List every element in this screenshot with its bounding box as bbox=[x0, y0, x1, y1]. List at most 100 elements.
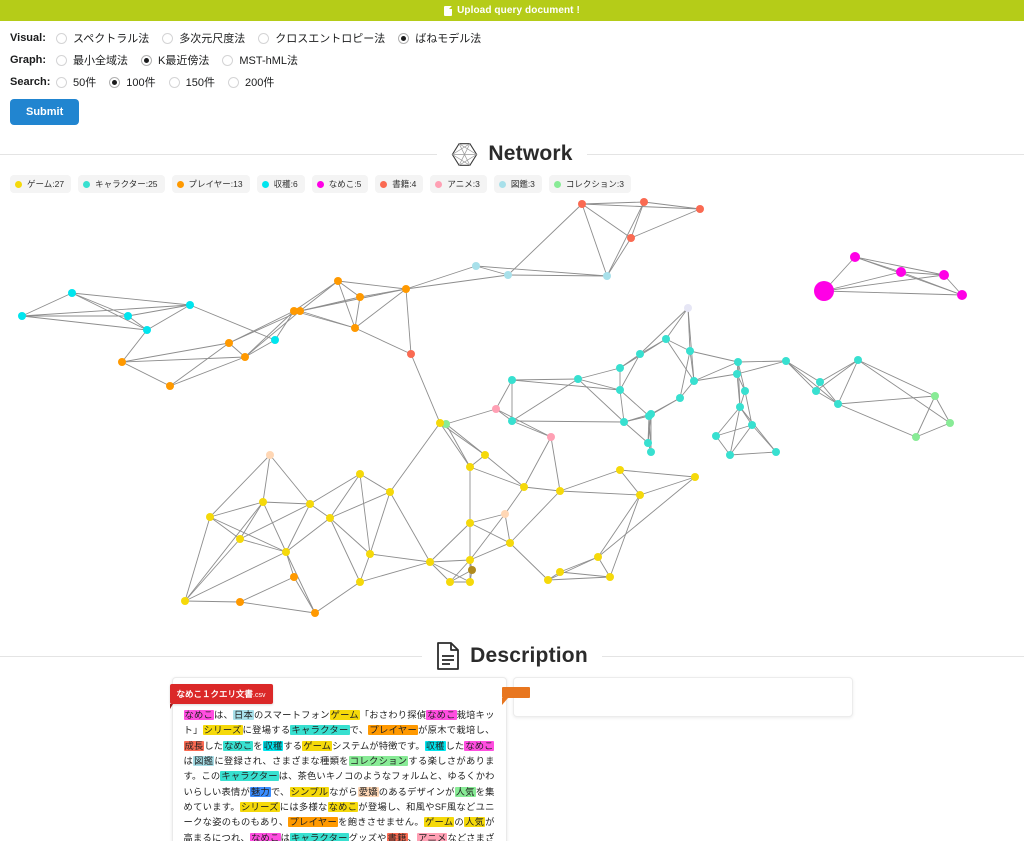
graph-node[interactable] bbox=[733, 370, 741, 378]
graph-node[interactable] bbox=[636, 350, 644, 358]
network-graph[interactable] bbox=[0, 197, 1024, 627]
graph-node[interactable] bbox=[748, 421, 756, 429]
graph-node[interactable] bbox=[472, 262, 480, 270]
graph-node[interactable] bbox=[236, 535, 244, 543]
graph-node[interactable] bbox=[690, 377, 698, 385]
graph-node[interactable] bbox=[481, 451, 489, 459]
graph-node[interactable] bbox=[466, 463, 474, 471]
network-graph-canvas[interactable] bbox=[0, 197, 1024, 627]
graph-node[interactable] bbox=[726, 451, 734, 459]
radio-icon-selected[interactable] bbox=[141, 54, 152, 66]
graph-node[interactable] bbox=[556, 487, 564, 495]
radio-icon-selected[interactable] bbox=[109, 76, 121, 88]
graph-node[interactable] bbox=[311, 609, 319, 617]
graph-node[interactable] bbox=[181, 597, 189, 605]
graph-node[interactable] bbox=[616, 364, 624, 372]
graph-node[interactable] bbox=[603, 272, 611, 280]
visual-option-mds[interactable]: 多次元尺度法 bbox=[162, 30, 245, 46]
graph-node[interactable] bbox=[271, 336, 279, 344]
graph-node[interactable] bbox=[436, 419, 444, 427]
graph-node[interactable] bbox=[620, 418, 628, 426]
graph-node[interactable] bbox=[912, 433, 920, 441]
graph-node[interactable] bbox=[290, 307, 298, 315]
graph-node[interactable] bbox=[206, 513, 214, 521]
graph-node[interactable] bbox=[647, 448, 655, 456]
graph-node[interactable] bbox=[712, 432, 720, 440]
graph-node[interactable] bbox=[734, 358, 742, 366]
graph-node[interactable] bbox=[946, 419, 954, 427]
legend-item[interactable]: ゲーム:27 bbox=[10, 175, 72, 193]
radio-icon-selected[interactable] bbox=[398, 32, 410, 44]
graph-node[interactable] bbox=[306, 500, 314, 508]
legend-item[interactable]: 書籍:4 bbox=[375, 175, 424, 193]
graph-node[interactable] bbox=[931, 392, 939, 400]
graph-node[interactable] bbox=[266, 451, 274, 459]
radio-icon[interactable] bbox=[56, 54, 67, 66]
radio-icon[interactable] bbox=[227, 76, 239, 88]
radio-icon[interactable] bbox=[222, 54, 234, 66]
graph-node[interactable] bbox=[520, 483, 528, 491]
graph-node[interactable] bbox=[402, 285, 410, 293]
graph-node[interactable] bbox=[662, 335, 670, 343]
graph-node[interactable] bbox=[939, 270, 949, 280]
graph-node[interactable] bbox=[616, 466, 624, 474]
graph-node[interactable] bbox=[782, 357, 790, 365]
visual-option-spring-model[interactable]: ばねモデル法 bbox=[398, 30, 481, 46]
graph-node[interactable] bbox=[606, 573, 614, 581]
graph-node[interactable] bbox=[957, 290, 967, 300]
graph-node[interactable] bbox=[466, 556, 474, 564]
graph-node[interactable] bbox=[645, 412, 653, 420]
graph-node[interactable] bbox=[574, 375, 582, 383]
graph-node[interactable] bbox=[812, 387, 820, 395]
graph-option-mst[interactable]: 最小全域法 bbox=[56, 52, 128, 68]
graph-node[interactable] bbox=[578, 200, 586, 208]
graph-node[interactable] bbox=[225, 339, 233, 347]
graph-node[interactable] bbox=[686, 347, 694, 355]
legend-item[interactable]: なめこ:5 bbox=[311, 175, 369, 193]
graph-nodes[interactable] bbox=[18, 198, 967, 617]
submit-button[interactable]: Submit bbox=[10, 99, 80, 125]
graph-node[interactable] bbox=[816, 378, 824, 386]
graph-node[interactable] bbox=[351, 324, 359, 332]
graph-node[interactable] bbox=[616, 386, 624, 394]
graph-node[interactable] bbox=[501, 510, 509, 518]
graph-node[interactable] bbox=[547, 433, 555, 441]
graph-node[interactable] bbox=[640, 198, 648, 206]
graph-node[interactable] bbox=[326, 514, 334, 522]
graph-node[interactable] bbox=[466, 519, 474, 527]
radio-icon[interactable] bbox=[258, 32, 270, 44]
graph-node[interactable] bbox=[356, 578, 364, 586]
graph-node[interactable] bbox=[772, 448, 780, 456]
graph-node[interactable] bbox=[834, 400, 842, 408]
legend-item[interactable]: キャラクター:25 bbox=[78, 175, 165, 193]
radio-icon[interactable] bbox=[168, 76, 180, 88]
graph-node[interactable] bbox=[466, 578, 474, 586]
graph-node[interactable] bbox=[124, 312, 132, 320]
graph-node[interactable] bbox=[118, 358, 126, 366]
graph-node[interactable] bbox=[356, 293, 364, 301]
graph-node[interactable] bbox=[594, 553, 602, 561]
graph-node[interactable] bbox=[691, 473, 699, 481]
graph-node[interactable] bbox=[407, 350, 415, 358]
graph-node[interactable] bbox=[492, 405, 500, 413]
graph-option-mst-hml[interactable]: MST-hML法 bbox=[222, 52, 298, 68]
query-document-card[interactable]: なめこ１クエリ文書.csv なめこは、日本のスマートフォンゲーム「おさわり探偵な… bbox=[169, 677, 507, 841]
graph-node[interactable] bbox=[508, 376, 516, 384]
graph-node[interactable] bbox=[386, 488, 394, 496]
graph-node[interactable] bbox=[143, 326, 151, 334]
graph-node[interactable] bbox=[850, 252, 860, 262]
graph-node[interactable] bbox=[504, 271, 512, 279]
visual-option-cross-entropy[interactable]: クロスエントロピー法 bbox=[258, 30, 385, 46]
graph-node[interactable] bbox=[68, 289, 76, 297]
graph-node[interactable] bbox=[736, 403, 744, 411]
graph-node[interactable] bbox=[366, 550, 374, 558]
graph-node[interactable] bbox=[506, 539, 514, 547]
graph-node[interactable] bbox=[18, 312, 26, 320]
graph-node[interactable] bbox=[186, 301, 194, 309]
graph-node[interactable] bbox=[282, 548, 290, 556]
radio-icon[interactable] bbox=[162, 32, 174, 44]
graph-node[interactable] bbox=[426, 558, 434, 566]
graph-node[interactable] bbox=[544, 576, 552, 584]
graph-node[interactable] bbox=[644, 439, 652, 447]
graph-node[interactable] bbox=[334, 277, 342, 285]
